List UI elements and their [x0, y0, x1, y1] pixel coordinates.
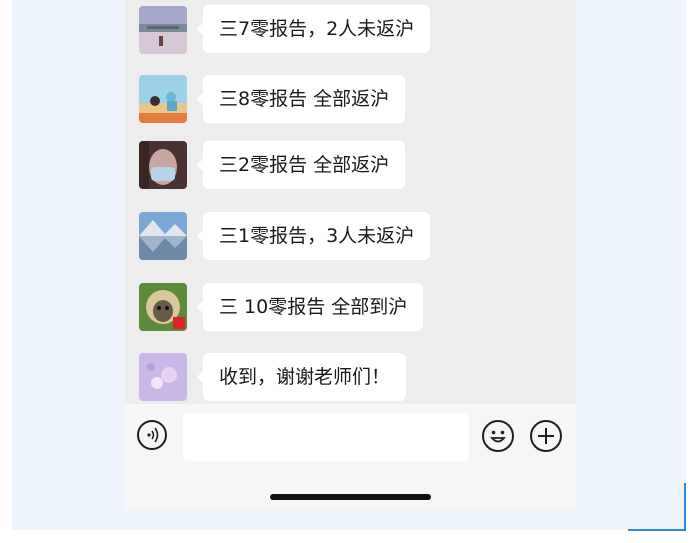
mountain-lake-avatar[interactable]: [139, 212, 187, 260]
message-row: 三1零报告，3人未返沪: [125, 212, 576, 266]
chat-screen: 三7零报告，2人未返沪 三8零报告 全部返沪 三2零报告 全部返沪 三1零报告，…: [125, 0, 576, 509]
masked-girl-avatar[interactable]: [139, 141, 187, 189]
message-row: 三7零报告，2人未返沪: [125, 5, 576, 59]
plus-icon[interactable]: [530, 420, 562, 452]
message-row: 三8零报告 全部返沪: [125, 75, 576, 129]
voice-icon[interactable]: [137, 420, 167, 450]
message-text: 三1零报告，3人未返沪: [219, 225, 415, 247]
message-text: 三2零报告 全部返沪: [219, 154, 390, 176]
message-text: 三 10零报告 全部到沪: [219, 296, 408, 318]
message-text: 三8零报告 全部返沪: [219, 88, 390, 110]
message-row: 三2零报告 全部返沪: [125, 141, 576, 195]
corner-mark-vertical: [684, 483, 686, 530]
message-text: 三7零报告，2人未返沪: [219, 18, 415, 40]
message-bubble[interactable]: 三8零报告 全部返沪: [196, 75, 406, 123]
beach-avatar[interactable]: [139, 75, 187, 123]
message-row: 收到，谢谢老师们！: [125, 353, 576, 407]
chat-input-bar: [125, 404, 576, 509]
message-bubble[interactable]: 收到，谢谢老师们！: [196, 353, 407, 401]
message-text: 收到，谢谢老师们！: [219, 366, 391, 388]
cat-avatar[interactable]: [139, 283, 187, 331]
message-row: 三 10零报告 全部到沪: [125, 283, 576, 337]
message-bubble[interactable]: 三 10零报告 全部到沪: [196, 283, 424, 331]
message-list[interactable]: 三7零报告，2人未返沪 三8零报告 全部返沪 三2零报告 全部返沪 三1零报告，…: [125, 0, 576, 404]
message-bubble[interactable]: 三2零报告 全部返沪: [196, 141, 406, 189]
corner-mark-horizontal: [628, 529, 686, 531]
flower-avatar[interactable]: [139, 353, 187, 401]
message-bubble[interactable]: 三1零报告，3人未返沪: [196, 212, 431, 260]
emoji-icon[interactable]: [482, 420, 514, 452]
message-bubble[interactable]: 三7零报告，2人未返沪: [196, 5, 431, 53]
landscape-avatar[interactable]: [139, 6, 187, 54]
home-indicator[interactable]: [270, 494, 431, 500]
message-input[interactable]: [183, 413, 469, 461]
